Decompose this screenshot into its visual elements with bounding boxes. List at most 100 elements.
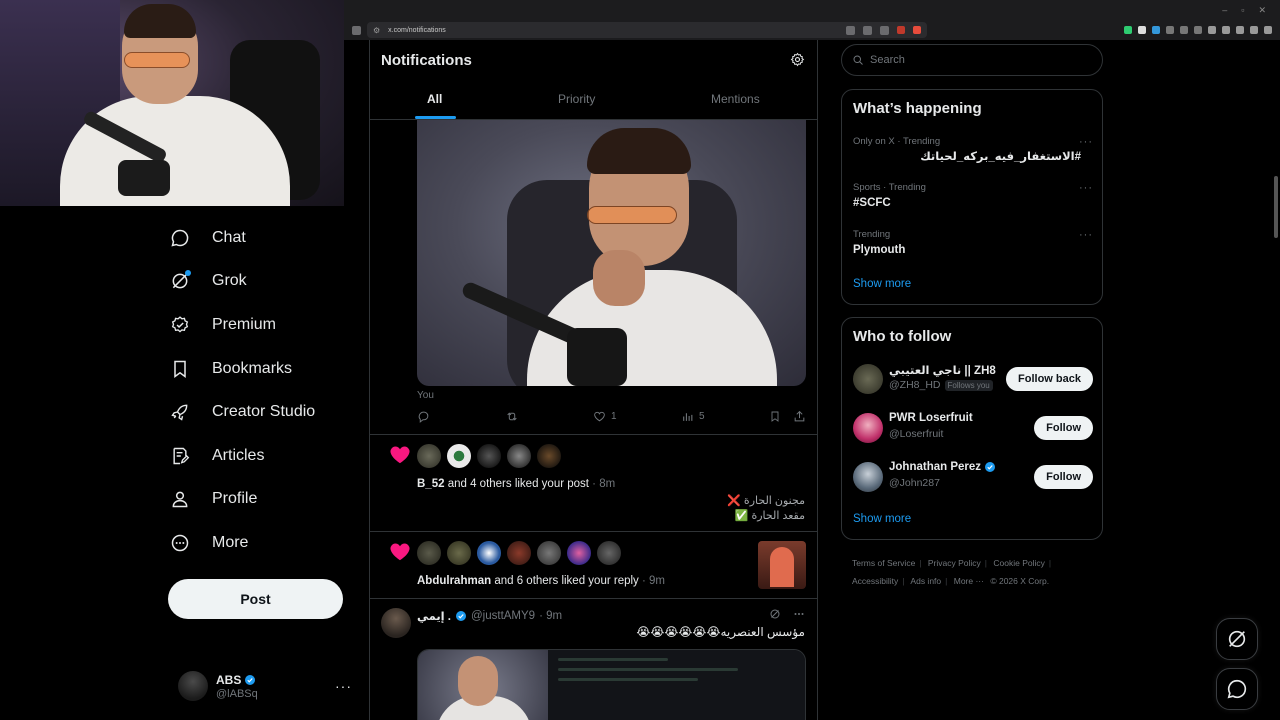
footer-link[interactable]: Privacy Policy: [928, 558, 981, 568]
bookmark-page-icon[interactable]: [352, 25, 361, 35]
user-name[interactable]: ناجي العتيبي || ZH8: [889, 363, 996, 377]
grok-analyze-icon[interactable]: [769, 608, 781, 620]
close-window-button[interactable]: ✕: [1258, 5, 1266, 16]
more-options-icon[interactable]: ···: [1079, 182, 1093, 194]
avatar[interactable]: [507, 444, 531, 468]
follow-suggestion[interactable]: Johnathan Perez @John287 Follow: [853, 460, 1093, 494]
more-options-icon[interactable]: ···: [1079, 136, 1093, 148]
messages-fab-button[interactable]: [1216, 668, 1258, 710]
search-input[interactable]: [870, 54, 1070, 66]
site-settings-icon[interactable]: ⚙: [373, 26, 380, 35]
nav-item-bookmarks[interactable]: Bookmarks: [170, 347, 370, 391]
avatar[interactable]: [381, 608, 411, 638]
user-name[interactable]: PWR Loserfruit: [889, 412, 973, 424]
trend-item[interactable]: Sports · Trending #SCFC ···: [853, 182, 1093, 209]
minimize-button[interactable]: –: [1222, 5, 1227, 15]
share-icon: [793, 410, 806, 423]
nav-item-grok[interactable]: Grok: [170, 260, 370, 304]
actor-name[interactable]: B_52: [417, 478, 445, 490]
post-text: مؤسس العنصريه😭😭😭😭😭😭: [636, 625, 805, 639]
grok-fab-button[interactable]: [1216, 618, 1258, 660]
tab-mentions[interactable]: Mentions: [711, 92, 760, 106]
extension-green-icon[interactable]: [1124, 26, 1132, 34]
maximize-button[interactable]: ▫: [1241, 5, 1244, 15]
post-media-image[interactable]: [417, 120, 806, 386]
gear-icon[interactable]: [790, 52, 805, 67]
address-bar[interactable]: ⚙ x.com/notifications: [367, 22, 927, 38]
footer-link[interactable]: More ···: [954, 576, 984, 586]
post-media-image[interactable]: [417, 649, 806, 720]
nav-item-profile[interactable]: Profile: [170, 478, 370, 522]
avatar[interactable]: [507, 541, 531, 565]
show-more-link[interactable]: Show more: [853, 513, 911, 525]
avatar[interactable]: [447, 444, 471, 468]
search-box[interactable]: [841, 44, 1103, 76]
reply-button[interactable]: [417, 410, 430, 423]
author-handle[interactable]: @justtAMY9: [471, 610, 535, 622]
actor-name[interactable]: Abdulrahman: [417, 575, 491, 587]
share-button[interactable]: [793, 410, 806, 423]
avatar[interactable]: [417, 444, 441, 468]
author-name[interactable]: إيمي .: [417, 609, 451, 623]
avatar[interactable]: [537, 541, 561, 565]
translate-icon[interactable]: [846, 25, 855, 35]
follow-back-button[interactable]: Follow back: [1006, 367, 1093, 391]
tab-priority[interactable]: Priority: [558, 92, 595, 106]
share-icon[interactable]: [880, 25, 889, 35]
follow-suggestion[interactable]: PWR Loserfruit @Loserfruit Follow: [853, 411, 1093, 445]
nav-item-chat[interactable]: Chat: [170, 216, 370, 260]
post-button[interactable]: Post: [168, 579, 343, 619]
avatar[interactable]: [477, 444, 501, 468]
show-more-link[interactable]: Show more: [853, 278, 911, 290]
avatar[interactable]: [417, 541, 441, 565]
reply-thumbnail[interactable]: [758, 541, 806, 589]
footer-link[interactable]: Terms of Service: [852, 558, 915, 568]
extension-audio-icon[interactable]: [1152, 26, 1160, 34]
avatar[interactable]: [853, 462, 883, 492]
nav-item-creator-studio[interactable]: Creator Studio: [170, 390, 370, 434]
vpn-shield-icon[interactable]: [1250, 26, 1258, 34]
nav-item-more[interactable]: More: [170, 521, 370, 565]
extensions-puzzle-icon[interactable]: [1180, 26, 1188, 34]
zoom-icon[interactable]: [863, 25, 872, 35]
reading-list-icon[interactable]: [1194, 26, 1202, 34]
page-scrollbar[interactable]: [1274, 176, 1278, 238]
avatar[interactable]: [853, 364, 883, 394]
sidebar-toggle-icon[interactable]: [1208, 26, 1216, 34]
footer-link[interactable]: Accessibility: [852, 576, 898, 586]
follow-button[interactable]: Follow: [1034, 465, 1093, 489]
trend-item[interactable]: Only on X · Trending #الاستغفار_فيه_بركه…: [853, 136, 1093, 163]
extension-alert-icon[interactable]: [913, 26, 921, 34]
browser-menu-icon[interactable]: [1264, 26, 1272, 34]
follow-button[interactable]: Follow: [1034, 416, 1093, 440]
avatar[interactable]: [567, 541, 591, 565]
wallet-icon[interactable]: [1236, 26, 1244, 34]
nav-item-articles[interactable]: Articles: [170, 434, 370, 478]
url-text[interactable]: x.com/notifications: [388, 27, 446, 34]
tab-all[interactable]: All: [427, 92, 442, 106]
nav-item-premium[interactable]: Premium: [170, 303, 370, 347]
nav-label: Profile: [212, 490, 258, 508]
footer-link[interactable]: Cookie Policy: [993, 558, 1045, 568]
avatar[interactable]: [853, 413, 883, 443]
extension-diamond-icon[interactable]: [1138, 26, 1146, 34]
user-name-row[interactable]: Johnathan Perez: [889, 461, 996, 473]
extension-shield-icon[interactable]: [897, 26, 905, 34]
bookmark-post-button[interactable]: [769, 410, 781, 423]
footer-link[interactable]: Ads info: [910, 576, 941, 586]
follow-suggestion[interactable]: ناجي العتيبي || ZH8 @ZH8_HD Follows you …: [853, 362, 1093, 396]
avatar[interactable]: [477, 541, 501, 565]
account-menu-icon[interactable]: ···: [335, 678, 352, 694]
like-button[interactable]: 1: [593, 410, 617, 423]
extension-car-icon[interactable]: [1166, 26, 1174, 34]
avatar[interactable]: [447, 541, 471, 565]
more-options-icon[interactable]: [793, 608, 805, 620]
trend-item[interactable]: Trending Plymouth ···: [853, 229, 1093, 256]
views-button[interactable]: 5: [681, 410, 705, 423]
avatar[interactable]: [597, 541, 621, 565]
more-options-icon[interactable]: ···: [1079, 229, 1093, 241]
tab-layout-icon[interactable]: [1222, 26, 1230, 34]
avatar[interactable]: [537, 444, 561, 468]
account-switcher[interactable]: ABS @lABSq ···: [178, 666, 358, 706]
repost-button[interactable]: [505, 410, 519, 423]
